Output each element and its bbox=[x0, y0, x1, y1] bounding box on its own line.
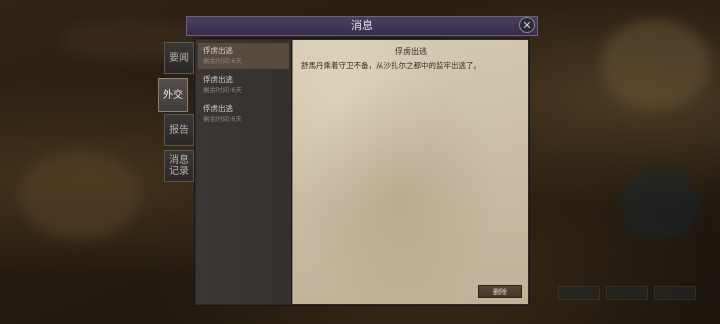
message-dialog: 消息 ✕ 俘虏出逃 剩余时间:6天 俘虏出逃 剩余时间:6天 俘虏出逃 剩余时间… bbox=[186, 16, 538, 308]
delete-button[interactable]: 删除 bbox=[478, 285, 522, 298]
close-icon: ✕ bbox=[522, 19, 532, 32]
message-list: 俘虏出逃 剩余时间:6天 俘虏出逃 剩余时间:6天 俘虏出逃 剩余时间:6天 bbox=[196, 40, 292, 304]
list-item-remaining: 剩余时间:6天 bbox=[203, 115, 242, 123]
list-item-remaining: 剩余时间:6天 bbox=[203, 57, 242, 65]
list-item[interactable]: 俘虏出逃 剩余时间:6天 bbox=[198, 72, 289, 98]
list-item[interactable]: 俘虏出逃 剩余时间:6天 bbox=[198, 43, 289, 69]
list-item-title: 俘虏出逃 bbox=[203, 104, 233, 113]
tab-diplomacy[interactable]: 外交 bbox=[158, 78, 188, 112]
dialog-title: 消息 bbox=[351, 19, 373, 32]
tab-diplomacy-label: 外交 bbox=[163, 90, 183, 101]
close-button[interactable]: ✕ bbox=[519, 17, 535, 33]
list-item[interactable]: 俘虏出逃 剩余时间:6天 bbox=[198, 101, 289, 127]
list-item-remaining: 剩余时间:6天 bbox=[203, 86, 242, 94]
dialog-titlebar: 消息 bbox=[186, 16, 538, 36]
message-title: 俘虏出逃 bbox=[395, 47, 427, 56]
message-body: 舒馬丹乘着守卫不备，从沙扎尔之都中的监牢出逃了。 bbox=[301, 61, 481, 70]
list-item-title: 俘虏出逃 bbox=[203, 75, 233, 84]
message-detail: 俘虏出逃 舒馬丹乘着守卫不备，从沙扎尔之都中的监牢出逃了。 删除 bbox=[292, 40, 528, 304]
list-item-title: 俘虏出逃 bbox=[203, 46, 233, 55]
